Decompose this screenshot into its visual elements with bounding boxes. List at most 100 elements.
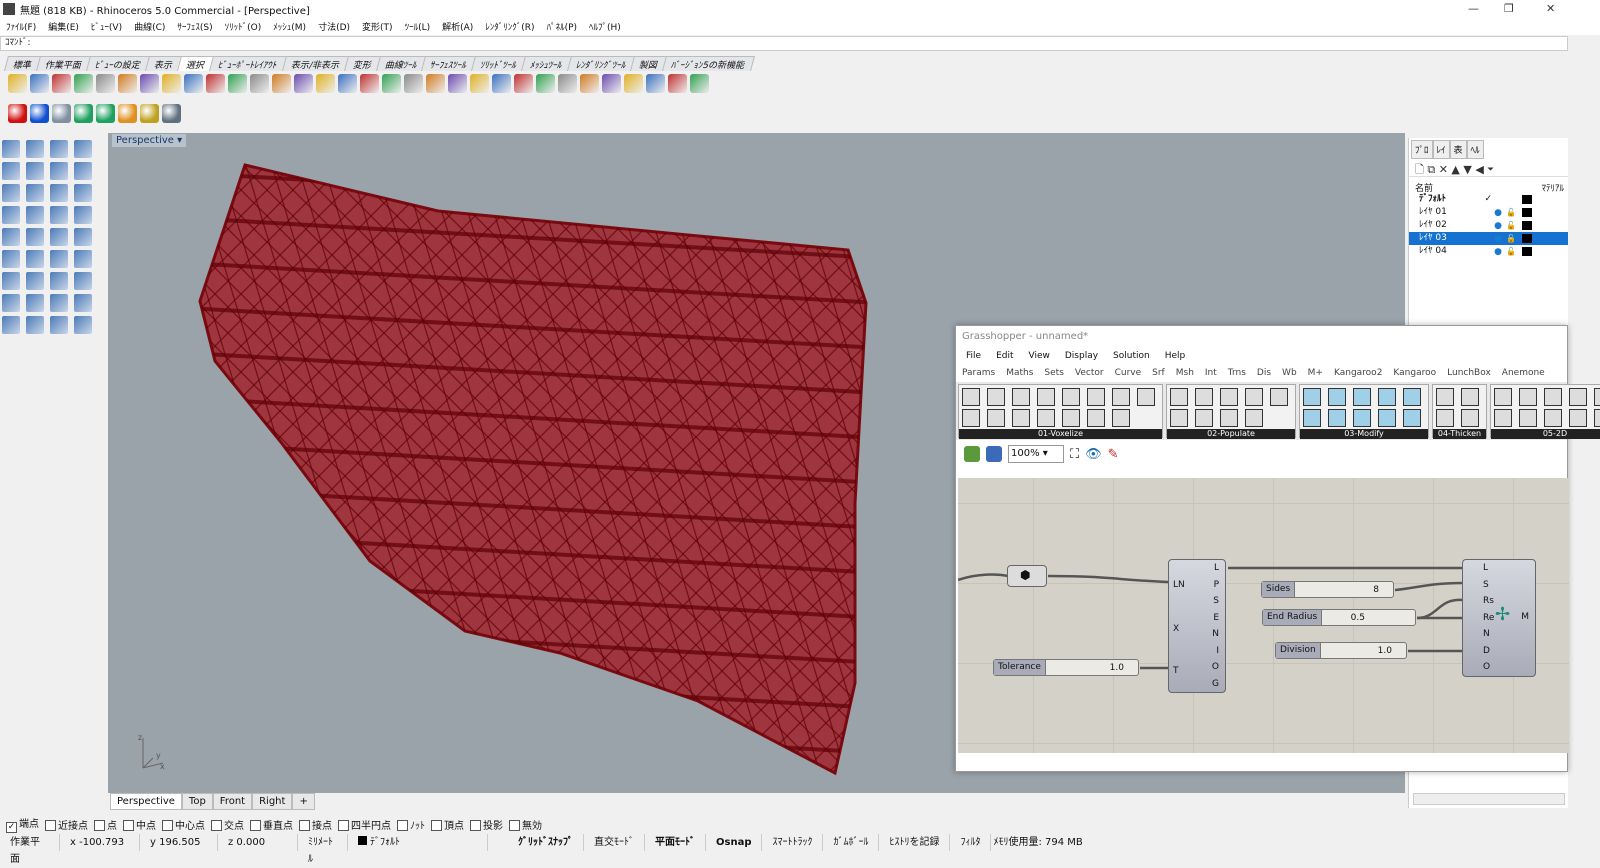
gh-tab[interactable]: Msh bbox=[1176, 368, 1194, 380]
viewport-tab[interactable]: Top bbox=[181, 793, 213, 810]
slider-tolerance[interactable]: Tolerance 1.0 bbox=[993, 659, 1139, 676]
gh-tab[interactable]: Kangaroo bbox=[1393, 368, 1436, 380]
gh-component-icon[interactable] bbox=[1112, 388, 1130, 406]
menu-item[interactable]: ﾍﾙﾌﾟ(H) bbox=[589, 20, 621, 33]
gh-component-icon[interactable] bbox=[1220, 409, 1238, 427]
gh-component-icon[interactable] bbox=[1494, 388, 1512, 406]
gh-component-icon[interactable] bbox=[1328, 388, 1346, 406]
input-port[interactable]: T bbox=[1173, 666, 1179, 676]
toolbar-tool-icon[interactable] bbox=[228, 74, 247, 93]
osnap-checkbox[interactable] bbox=[45, 819, 56, 831]
osnap-checkbox[interactable] bbox=[509, 819, 520, 831]
menu-item[interactable]: ﾂｰﾙ(L) bbox=[405, 20, 431, 33]
gh-tab[interactable]: Anemone bbox=[1502, 368, 1545, 380]
input-port[interactable]: LN bbox=[1173, 580, 1185, 590]
osnap-option[interactable]: 投影 bbox=[470, 817, 503, 832]
toolbar-tool-icon[interactable] bbox=[272, 74, 291, 93]
gh-tab[interactable]: Srf bbox=[1152, 368, 1165, 380]
layer-row[interactable]: ﾚｲﾔ 02 ● 🔓 bbox=[1409, 219, 1568, 232]
zoom-select[interactable]: 100% ▾ bbox=[1008, 445, 1064, 463]
toolbar-tool-icon[interactable] bbox=[96, 74, 115, 93]
gh-component-icon[interactable] bbox=[1494, 409, 1512, 427]
lock-icon[interactable]: 🔓 bbox=[1506, 245, 1516, 258]
left-tool-icon[interactable] bbox=[26, 206, 44, 224]
render-tool-icon[interactable] bbox=[30, 104, 49, 123]
osnap-checkbox[interactable]: ✓ bbox=[6, 822, 17, 833]
render-tool-icon[interactable] bbox=[162, 104, 181, 123]
left-tool-icon[interactable] bbox=[74, 162, 92, 180]
toolbar-tool-icon[interactable] bbox=[668, 74, 687, 93]
left-tool-icon[interactable] bbox=[2, 140, 20, 158]
gh-component-icon[interactable] bbox=[1569, 388, 1587, 406]
left-tool-icon[interactable] bbox=[74, 228, 92, 246]
history-toggle[interactable]: ﾋｽﾄﾘを記録 bbox=[879, 834, 951, 851]
gh-component-icon[interactable] bbox=[1378, 409, 1396, 427]
slider-end-radius[interactable]: End Radius 0.5 bbox=[1262, 609, 1416, 626]
gh-component-icon[interactable] bbox=[1112, 409, 1130, 427]
osnap-option[interactable]: 頂点 bbox=[431, 817, 464, 832]
input-port[interactable]: X bbox=[1173, 624, 1179, 634]
menu-item[interactable]: 寸法(D) bbox=[318, 20, 350, 33]
gh-component-voxel-lines[interactable]: LN X T L P S E N I O G bbox=[1168, 559, 1226, 693]
gh-component-icon[interactable] bbox=[1353, 409, 1371, 427]
menu-item[interactable]: ﾊﾟﾈﾙ(P) bbox=[547, 20, 577, 33]
left-tool-icon[interactable] bbox=[26, 140, 44, 158]
viewport-tab[interactable]: + bbox=[292, 793, 315, 810]
gh-component-icon[interactable] bbox=[1403, 388, 1421, 406]
input-port[interactable]: Re bbox=[1483, 613, 1494, 623]
gh-component-icon[interactable] bbox=[1220, 388, 1238, 406]
gh-tab[interactable]: M+ bbox=[1308, 368, 1323, 380]
gh-component-icon[interactable] bbox=[1461, 388, 1479, 406]
gh-tab[interactable]: Wb bbox=[1282, 368, 1297, 380]
layer-row[interactable]: ﾃﾞﾌｫﾙﾄ ✓ bbox=[1409, 193, 1568, 206]
gh-menu-item[interactable]: Display bbox=[1065, 351, 1098, 363]
menu-item[interactable]: ﾌｧｲﾙ(F) bbox=[6, 20, 36, 33]
gh-component-icon[interactable] bbox=[1519, 409, 1537, 427]
osnap-checkbox[interactable] bbox=[299, 819, 310, 831]
zoom-extents-icon[interactable]: ⛶ bbox=[1070, 447, 1079, 462]
gh-component-icon[interactable] bbox=[1436, 388, 1454, 406]
gh-component-icon[interactable] bbox=[1544, 388, 1562, 406]
gh-tab[interactable]: LunchBox bbox=[1447, 368, 1491, 380]
gh-menu-item[interactable]: Edit bbox=[996, 351, 1013, 363]
input-port[interactable]: L bbox=[1483, 563, 1488, 573]
layer-row[interactable]: ﾚｲﾔ 04 ● 🔓 bbox=[1409, 245, 1568, 258]
toolbar-tool-icon[interactable] bbox=[558, 74, 577, 93]
menu-item[interactable]: ﾒｯｼｭ(M) bbox=[273, 20, 306, 33]
render-tool-icon[interactable] bbox=[118, 104, 137, 123]
left-tool-icon[interactable] bbox=[50, 140, 68, 158]
layer-color-swatch[interactable] bbox=[1522, 247, 1532, 256]
viewport-label[interactable]: Perspective ▾ bbox=[112, 134, 187, 147]
gh-param-component[interactable]: ⬢ bbox=[1007, 565, 1047, 587]
panel-scrollbar[interactable] bbox=[1413, 793, 1565, 805]
lock-icon[interactable]: 🔓 bbox=[1506, 232, 1516, 245]
left-tool-icon[interactable] bbox=[74, 206, 92, 224]
gh-component-icon[interactable] bbox=[1461, 409, 1479, 427]
left-tool-icon[interactable] bbox=[74, 294, 92, 312]
osnap-option[interactable]: ﾉｯﾄ bbox=[397, 817, 425, 832]
layer-color-swatch[interactable] bbox=[1522, 195, 1532, 204]
osnap-checkbox[interactable] bbox=[123, 819, 134, 831]
left-tool-icon[interactable] bbox=[2, 206, 20, 224]
toolbar-tool-icon[interactable] bbox=[448, 74, 467, 93]
gh-tab[interactable]: Int bbox=[1205, 368, 1217, 380]
toolbar-tool-icon[interactable] bbox=[536, 74, 555, 93]
toolbar-tab[interactable]: ﾊﾞｰｼﾞｮﾝ5の新機能 bbox=[662, 56, 756, 71]
toolbar-tool-icon[interactable] bbox=[184, 74, 203, 93]
toolbar-tab[interactable]: ﾋﾞｭｰﾎﾟｰﾄﾚｲｱｳﾄ bbox=[209, 56, 288, 71]
minimize-button[interactable]: — bbox=[1468, 2, 1479, 15]
gh-component-icon[interactable] bbox=[1062, 409, 1080, 427]
toolbar-tool-icon[interactable] bbox=[382, 74, 401, 93]
menu-item[interactable]: 編集(E) bbox=[48, 20, 79, 33]
toolbar-tool-icon[interactable] bbox=[162, 74, 181, 93]
gh-menu-item[interactable]: File bbox=[966, 351, 981, 363]
output-port[interactable]: I bbox=[1216, 646, 1219, 656]
left-tool-icon[interactable] bbox=[2, 228, 20, 246]
gh-component-icon[interactable] bbox=[1303, 409, 1321, 427]
left-tool-icon[interactable] bbox=[50, 316, 68, 334]
toolbar-tool-icon[interactable] bbox=[8, 74, 27, 93]
gh-component-icon[interactable] bbox=[1195, 388, 1213, 406]
maximize-button[interactable]: ❐ bbox=[1504, 2, 1514, 15]
left-tool-icon[interactable] bbox=[74, 250, 92, 268]
toolbar-tab[interactable]: 作業平面 bbox=[36, 56, 93, 71]
